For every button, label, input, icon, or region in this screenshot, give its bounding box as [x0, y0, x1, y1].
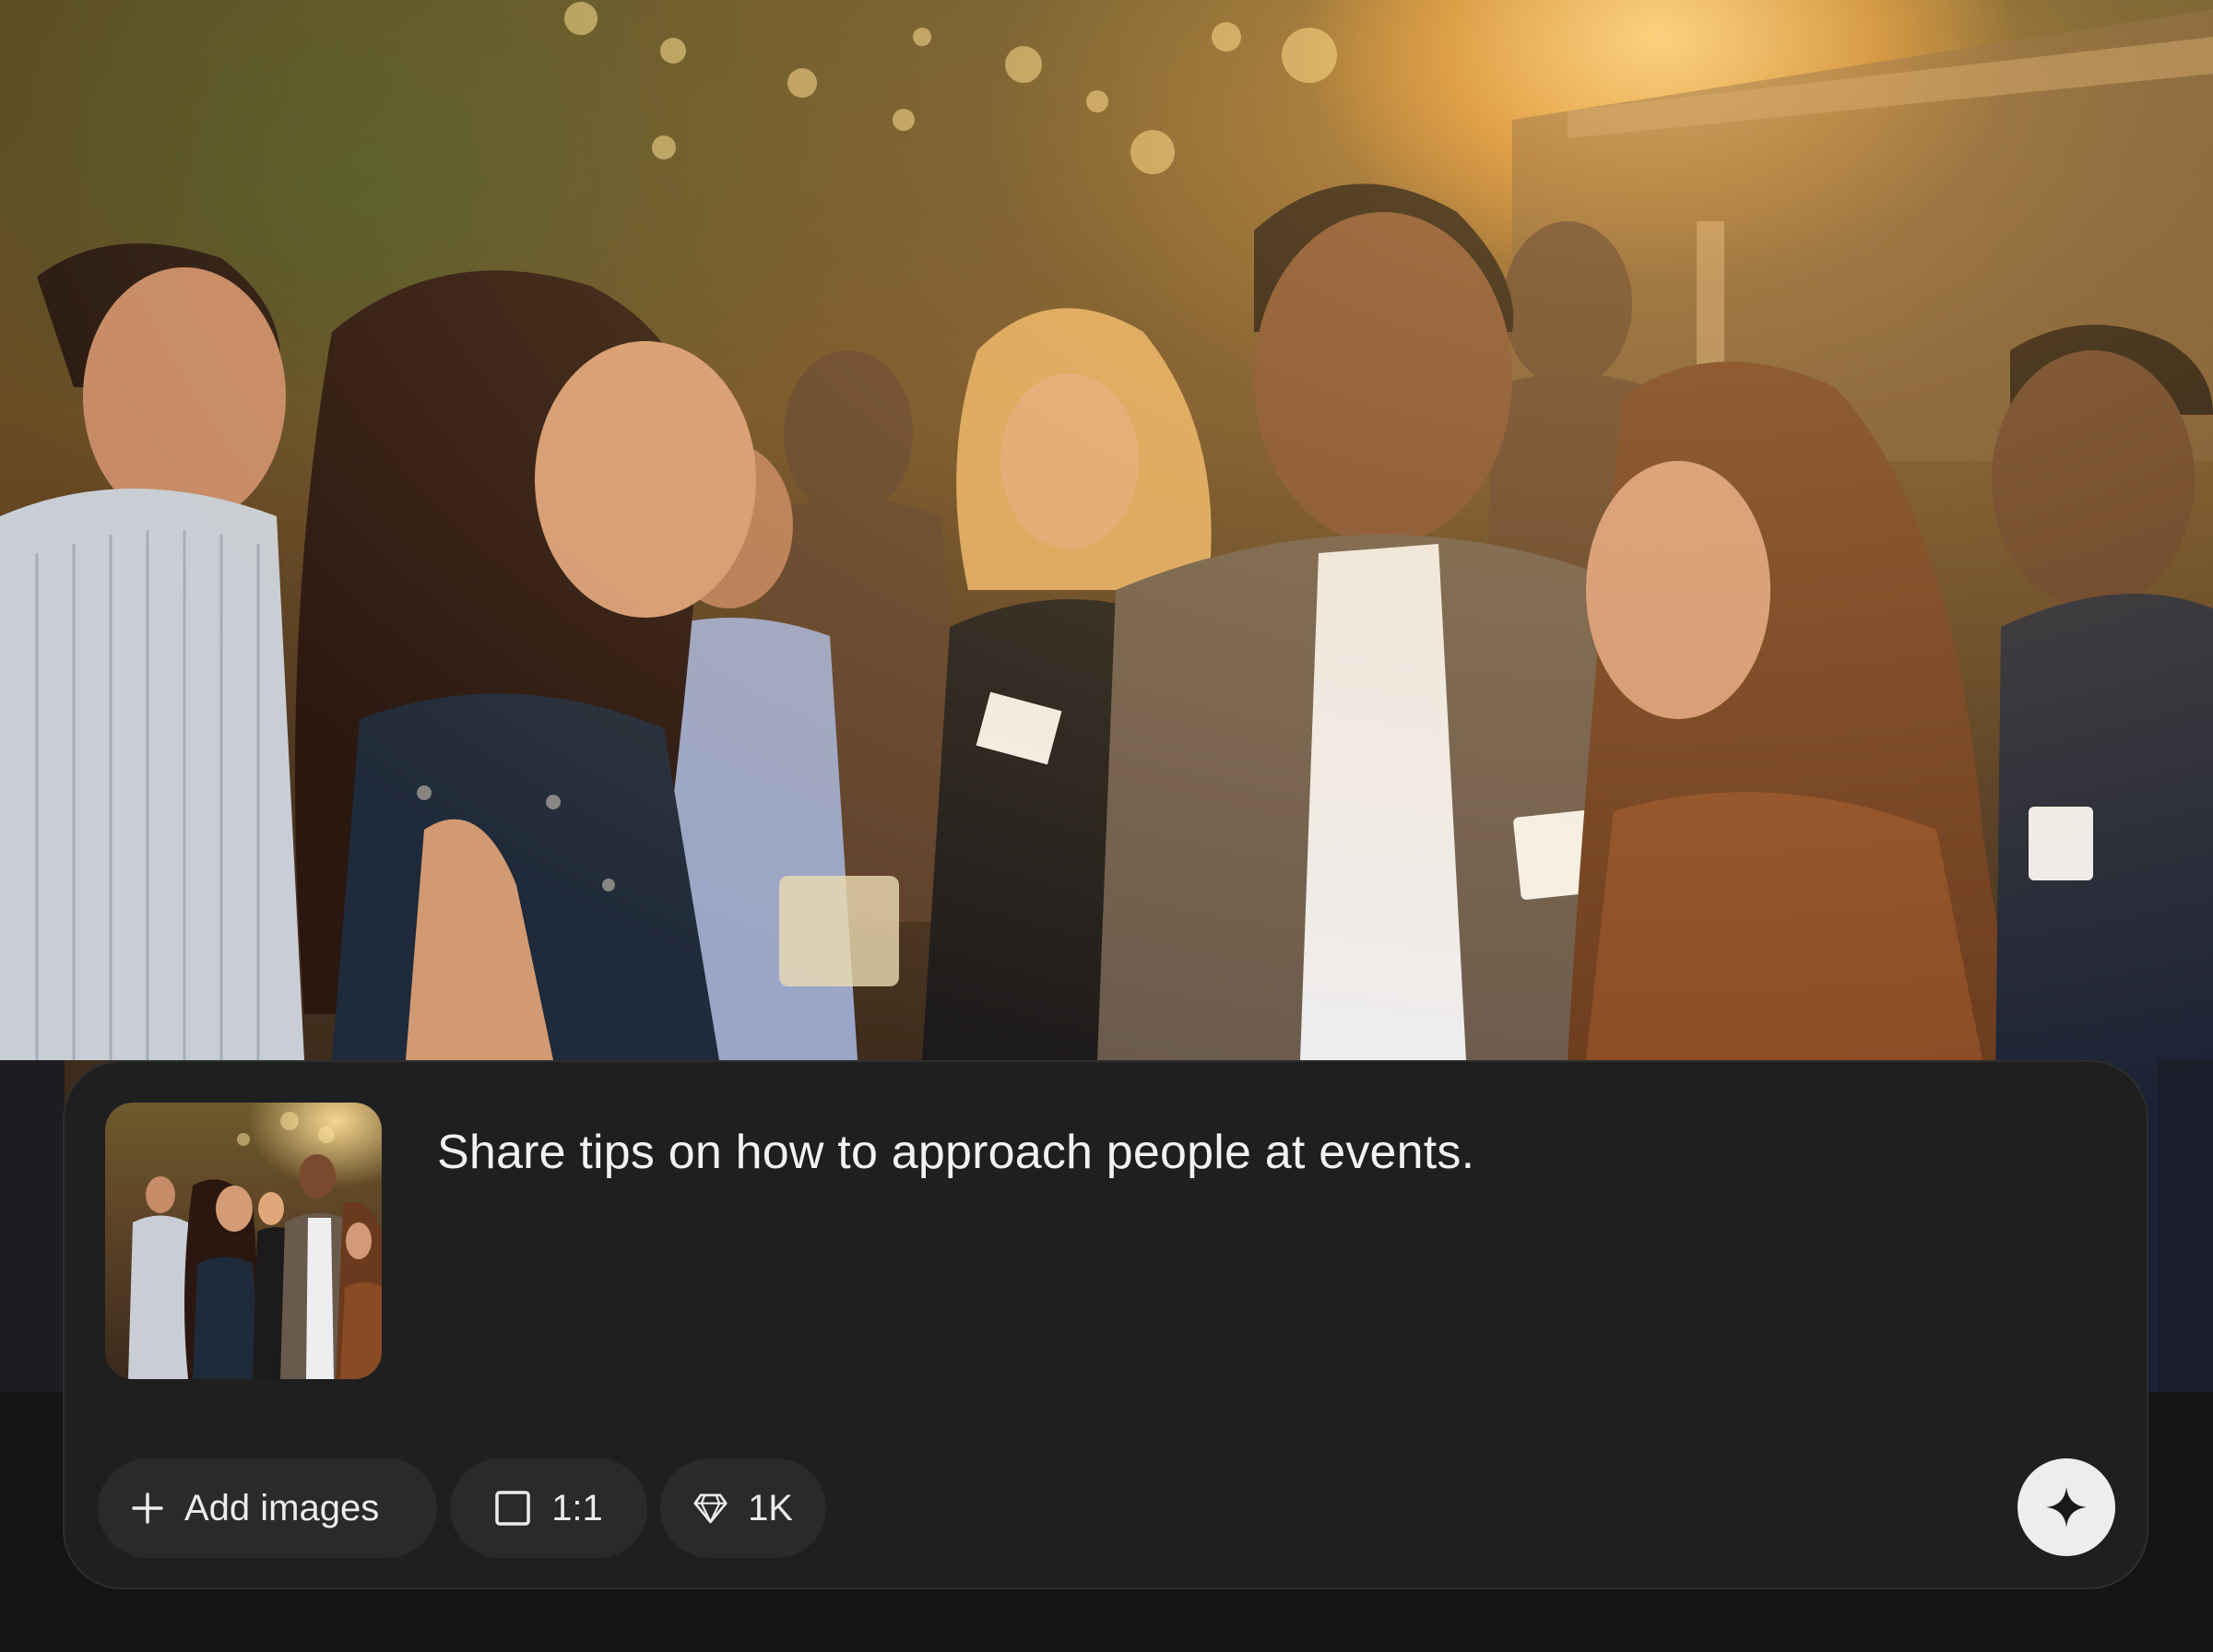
resolution-button[interactable]: 1K [660, 1458, 826, 1558]
aspect-ratio-label: 1:1 [551, 1487, 603, 1528]
app-stage: Share tips on how to approach people at … [0, 0, 2213, 1652]
diamond-icon [693, 1493, 728, 1524]
plus-icon [132, 1493, 163, 1524]
attached-image-thumbnail[interactable] [105, 1103, 382, 1379]
resolution-label: 1K [748, 1487, 793, 1528]
prompt-input[interactable]: Share tips on how to approach people at … [437, 1125, 1474, 1180]
sparkle-icon [2046, 1487, 2087, 1528]
square-icon [495, 1491, 530, 1526]
attached-image-preview [128, 1112, 382, 1379]
add-images-button[interactable]: Add images [98, 1458, 437, 1558]
composer-toolbar: Add images 1:1 1K [98, 1458, 826, 1558]
aspect-ratio-button[interactable]: 1:1 [450, 1458, 647, 1558]
generate-button[interactable] [2018, 1458, 2115, 1556]
add-images-label: Add images [184, 1487, 380, 1528]
prompt-composer: Share tips on how to approach people at … [63, 1060, 2148, 1589]
